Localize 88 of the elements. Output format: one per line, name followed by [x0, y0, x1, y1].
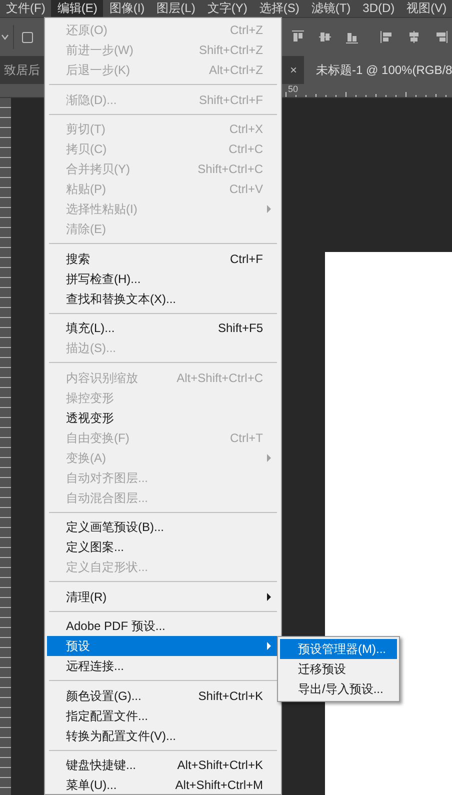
- menu-item[interactable]: 搜索 Ctrl+F: [47, 248, 279, 268]
- menu-item[interactable]: 拼写检查(H)...: [47, 268, 279, 288]
- menu-item-label: 定义画笔预设(B)...: [66, 519, 164, 536]
- menu-item-label: 自动对齐图层...: [66, 470, 148, 486]
- menu-item-label: 远程连接...: [66, 658, 124, 675]
- shortcut-label: Ctrl+F: [230, 250, 263, 268]
- menu-item-label: 描边(S)...: [66, 340, 116, 357]
- menu-item-label: 内容识别缩放: [66, 370, 138, 386]
- menu-item-label: 透视变形: [66, 410, 114, 426]
- menu-bar-item[interactable]: 滤镜(T): [305, 0, 357, 17]
- align-icon[interactable]: [318, 30, 332, 44]
- menu-bar-item[interactable]: 视图(V): [400, 0, 452, 17]
- menu-item-label: 颜色设置(G)...: [66, 688, 142, 704]
- shortcut-label: Alt+Ctrl+Z: [208, 62, 263, 79]
- shortcut-label: Alt+Shift+Ctrl+M: [175, 777, 263, 794]
- menu-item-label: 后退一步(K): [66, 62, 130, 79]
- shortcut-label: Shift+Ctrl+F: [198, 92, 263, 108]
- menu-item-label: 拼写检查(H)...: [66, 270, 141, 288]
- menu-item-label: 合并拷贝(Y): [66, 161, 130, 178]
- checkbox[interactable]: [22, 32, 33, 42]
- menu-item-label: 选择性粘贴(I): [66, 201, 138, 218]
- shortcut-label: Shift+Ctrl+Z: [198, 42, 263, 59]
- shortcut-label: Ctrl+V: [229, 181, 263, 198]
- menu-bar-item[interactable]: 图像(I): [103, 0, 151, 17]
- menu-item-label: 指定配置文件...: [66, 708, 148, 724]
- menu-item-label: 定义自定形状...: [66, 559, 148, 576]
- close-icon[interactable]: ×: [290, 61, 297, 79]
- submenu-item[interactable]: 迁移预设: [280, 659, 397, 679]
- menu-item[interactable]: Adobe PDF 预设...: [47, 616, 279, 636]
- menu-item[interactable]: 指定配置文件...: [47, 706, 279, 726]
- menu-item-label: 搜索: [66, 250, 90, 268]
- submenu-item[interactable]: 导出/导入预设...: [280, 679, 397, 699]
- menu-item-label: 清理(R): [66, 588, 107, 606]
- menu-item[interactable]: 键盘快捷键... Alt+Shift+Ctrl+K: [47, 755, 279, 775]
- submenu-item[interactable]: 预设管理器(M)...: [280, 639, 397, 659]
- menu-item-label: Adobe PDF 预设...: [66, 618, 166, 635]
- menu-item-label: 粘贴(P): [66, 181, 106, 198]
- menu-item-label: 变换(A): [66, 450, 106, 466]
- shortcut-label: Ctrl+T: [230, 430, 263, 446]
- menu-item-label: 键盘快捷键...: [66, 757, 136, 774]
- menu-item[interactable]: 远程连接...: [47, 656, 279, 676]
- menu-bar-item[interactable]: 文件(F): [0, 0, 52, 17]
- menu-bar-item[interactable]: 3D(D): [356, 0, 401, 17]
- menu-item-label: 前进一步(W): [66, 42, 134, 59]
- align-icon[interactable]: [380, 30, 394, 44]
- menu-item-label: 渐隐(D)...: [66, 92, 117, 108]
- menu-item[interactable]: 透视变形: [47, 408, 279, 428]
- align-icon[interactable]: [407, 30, 421, 44]
- menu-item[interactable]: 定义图案...: [47, 537, 279, 557]
- shortcut-label: Shift+Ctrl+K: [198, 688, 263, 704]
- menu-bar-item[interactable]: 编辑(E): [51, 0, 104, 17]
- document-tab[interactable]: 未标题-1 @ 100%(RGB/8: [304, 56, 452, 84]
- menu-item[interactable]: 清理(R): [47, 586, 279, 606]
- menu-item[interactable]: 填充(L)... Shift+F5: [47, 318, 279, 338]
- shortcut-label: Ctrl+C: [228, 141, 263, 158]
- shortcut-label: Alt+Shift+Ctrl+K: [177, 757, 263, 774]
- menu-bar-item[interactable]: 文字(Y): [201, 0, 254, 17]
- menu-item[interactable]: 查找和替换文本(X)...: [47, 288, 279, 308]
- menu-item-label: 查找和替换文本(X)...: [66, 290, 176, 308]
- menu-item-label: 填充(L)...: [66, 320, 115, 337]
- menu-item[interactable]: 菜单(U)... Alt+Shift+Ctrl+M: [47, 775, 279, 794]
- shortcut-label: Shift+F5: [218, 320, 263, 337]
- ruler-label: 50: [288, 84, 298, 95]
- align-icon[interactable]: [434, 30, 448, 44]
- menu-item-label: 菜单(U)...: [66, 777, 117, 794]
- menu-item[interactable]: 转换为配置文件(V)...: [47, 726, 279, 746]
- menu-item-label: 剪切(T): [66, 121, 106, 138]
- align-icon[interactable]: [291, 30, 305, 44]
- menu-item[interactable]: 颜色设置(G)... Shift+Ctrl+K: [47, 686, 279, 706]
- shortcut-label: Ctrl+Z: [230, 22, 263, 39]
- menu-bar-item[interactable]: 选择(S): [253, 0, 306, 17]
- menu-item-label: 转换为配置文件(V)...: [66, 728, 176, 744]
- shortcut-label: Shift+Ctrl+C: [198, 161, 263, 178]
- menu-item-label: 还原(O): [66, 22, 108, 39]
- menu-item-label: 清除(E): [66, 221, 106, 238]
- shortcut-label: Alt+Shift+Ctrl+C: [176, 370, 263, 386]
- menu-item[interactable]: 预设: [47, 636, 279, 656]
- menu-item-label: 操控变形: [66, 390, 114, 406]
- menu-item-label: 预设: [66, 638, 90, 655]
- menu-item-label: 定义图案...: [66, 539, 124, 556]
- align-icon[interactable]: [345, 30, 359, 44]
- menu-item[interactable]: 定义画笔预设(B)...: [47, 517, 279, 537]
- shortcut-label: Ctrl+X: [229, 121, 263, 138]
- menu-item-label: 自动混合图层...: [66, 490, 148, 506]
- menu-item-label: 拷贝(C): [66, 141, 107, 158]
- menu-item-label: 自由变换(F): [66, 430, 130, 446]
- menu-bar-item[interactable]: 图层(L): [150, 0, 202, 17]
- chevron-icon[interactable]: [1, 34, 9, 40]
